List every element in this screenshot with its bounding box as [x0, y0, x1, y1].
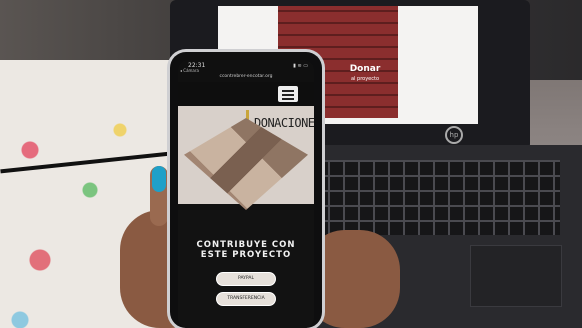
address-bar-url[interactable]: ccontrebrer-encotar.org: [178, 74, 314, 79]
laptop-badge-line2: al proyecto: [350, 76, 380, 82]
cta-line2: ESTE PROYECTO: [200, 250, 292, 260]
phone-status-bar: 22:31 ◂ Cámara ▮ ≋ ▭: [178, 60, 314, 73]
painted-nail: [152, 166, 166, 192]
hamburger-menu-icon[interactable]: [278, 86, 298, 102]
hp-logo-icon: hp: [445, 126, 463, 144]
laptop-touchpad: [470, 245, 562, 307]
paypal-button[interactable]: PAYPAL: [216, 272, 276, 286]
donation-section: [178, 210, 314, 328]
cta-line1: CONTRIBUYE CON: [196, 240, 296, 250]
status-indicators-icon: ▮ ≋ ▭: [293, 63, 308, 69]
transfer-button[interactable]: TRANSFERENCIA: [216, 292, 276, 306]
photo-scene: Donar al proyecto hp 22:31 ◂ Cámara ▮ ≋ …: [0, 0, 582, 328]
laptop-keyboard: [315, 160, 560, 235]
cta-heading: CONTRIBUYE CON ESTE PROYECTO: [178, 240, 314, 260]
laptop-badge-line1: Donar: [349, 64, 381, 74]
phone-screen: 22:31 ◂ Cámara ▮ ≋ ▭ ccontrebrer-encotar…: [178, 60, 314, 328]
status-back-link[interactable]: ◂ Cámara: [180, 68, 199, 73]
site-header: [178, 82, 314, 106]
laptop-screen-badge: Donar al proyecto: [342, 64, 388, 88]
